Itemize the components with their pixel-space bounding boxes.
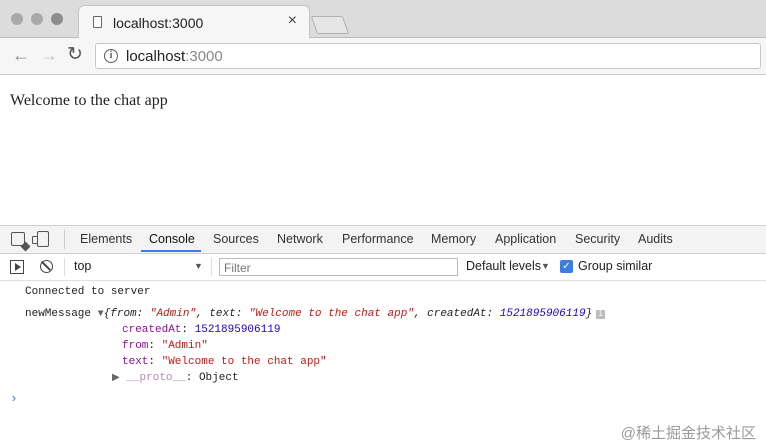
url-host: localhost — [126, 48, 186, 65]
minimize-window-button[interactable] — [31, 13, 43, 25]
browser-toolbar: ← → ↻ i localhost:3000 — [0, 38, 766, 75]
divider — [211, 258, 212, 276]
object-property[interactable]: ▶ __proto__: Object — [112, 372, 239, 384]
tab-elements[interactable]: Elements — [80, 232, 132, 246]
browser-tab[interactable]: localhost:3000 × — [78, 5, 310, 38]
close-window-button[interactable] — [11, 13, 23, 25]
url-port: :3000 — [185, 48, 223, 65]
devtools-panel: Elements Console Sources Network Perform… — [0, 225, 766, 448]
zoom-window-button[interactable] — [51, 13, 63, 25]
console-toolbar: top ▼ Filter Default levels ▼ ✓ Group si… — [0, 254, 766, 281]
clear-console-icon[interactable] — [40, 260, 53, 273]
object-preview[interactable]: {from: "Admin", text: "Welcome to the ch… — [104, 308, 593, 320]
page-icon — [93, 16, 102, 28]
back-arrow-icon[interactable]: ← — [12, 46, 30, 64]
tab-audits[interactable]: Audits — [638, 232, 673, 246]
tab-network[interactable]: Network — [277, 232, 323, 246]
divider — [64, 230, 65, 249]
tab-memory[interactable]: Memory — [431, 232, 476, 246]
tab-performance[interactable]: Performance — [342, 232, 414, 246]
forward-arrow-icon[interactable]: → — [40, 46, 58, 64]
console-prompt-icon[interactable]: › — [10, 391, 18, 406]
console-message: newMessage ▼{from: "Admin", text: "Welco… — [25, 308, 606, 320]
tab-console[interactable]: Console — [149, 232, 195, 246]
url-text: localhost:3000 — [126, 48, 223, 65]
group-similar-label: Group similar — [578, 259, 653, 273]
chevron-down-icon[interactable]: ▼ — [194, 261, 203, 271]
console-message: Connected to server — [25, 286, 151, 298]
watermark: @稀土掘金技术社区 — [620, 425, 756, 442]
tab-application[interactable]: Application — [495, 232, 556, 246]
page-heading: Welcome to the chat app — [10, 92, 168, 109]
divider — [64, 258, 65, 276]
tab-close-icon[interactable]: × — [288, 13, 297, 29]
filter-placeholder: Filter — [224, 261, 251, 275]
device-toolbar-icon[interactable] — [32, 231, 49, 247]
context-select[interactable]: top — [74, 259, 91, 273]
devtools-tab-bar: Elements Console Sources Network Perform… — [0, 226, 766, 254]
expand-triangle-icon[interactable]: ▶ — [112, 373, 120, 384]
log-label: newMessage — [25, 308, 92, 320]
filter-input[interactable]: Filter — [219, 258, 458, 276]
group-similar-checkbox[interactable]: ✓ — [560, 260, 573, 273]
show-drawer-icon[interactable] — [10, 260, 24, 274]
info-icon[interactable]: i — [104, 49, 118, 63]
reload-icon[interactable]: ↻ — [67, 45, 83, 64]
levels-dropdown[interactable]: Default levels — [466, 259, 541, 273]
tab-strip: localhost:3000 × — [0, 0, 766, 38]
object-property: createdAt: 1521895906119 — [122, 324, 281, 336]
inspect-element-icon[interactable] — [11, 232, 25, 246]
chevron-down-icon[interactable]: ▼ — [541, 261, 550, 271]
info-icon[interactable]: i — [596, 310, 606, 319]
tab-title: localhost:3000 — [113, 15, 204, 31]
address-bar[interactable]: i localhost:3000 — [95, 43, 761, 69]
object-property: text: "Welcome to the chat app" — [122, 356, 327, 368]
page-viewport: Welcome to the chat app — [0, 75, 766, 225]
tab-security[interactable]: Security — [575, 232, 620, 246]
object-property: from: "Admin" — [122, 340, 208, 352]
new-tab-button[interactable] — [310, 16, 350, 34]
active-tab-indicator — [141, 250, 201, 252]
tab-sources[interactable]: Sources — [213, 232, 259, 246]
